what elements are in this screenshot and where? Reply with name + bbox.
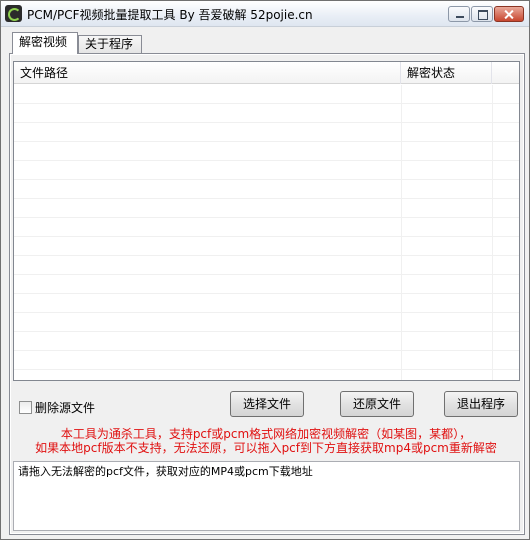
list-item	[14, 104, 519, 123]
list-rows	[14, 85, 519, 380]
app-window: PCM/PCF视频批量提取工具 By 吾爱破解 52pojie.cn 解密视频 …	[0, 0, 530, 540]
list-item	[14, 370, 519, 380]
list-item	[14, 218, 519, 237]
column-header-decrypt-status[interactable]: 解密状态	[401, 62, 492, 84]
list-item	[14, 332, 519, 351]
list-item	[14, 237, 519, 256]
restore-files-button[interactable]: 还原文件	[340, 391, 414, 417]
list-item	[14, 351, 519, 370]
maximize-button[interactable]	[471, 6, 493, 22]
column-header-file-path[interactable]: 文件路径	[14, 62, 401, 84]
pcf-drop-textarea[interactable]: 请拖入无法解密的pcf文件，获取对应的MP4或pcm下载地址	[13, 461, 520, 531]
close-button[interactable]	[494, 6, 524, 22]
notice-line-2: 如果本地pcf版本不支持，无法还原，可以拖入pcf到下方直接获取mp4或pcm重…	[35, 441, 497, 455]
minimize-button[interactable]	[448, 6, 470, 22]
column-header-blank[interactable]	[492, 62, 519, 84]
file-list-view[interactable]: 文件路径 解密状态	[13, 61, 520, 381]
delete-source-label[interactable]: 删除源文件	[35, 399, 95, 416]
list-item	[14, 256, 519, 275]
notice-text: 本工具为通杀工具，支持pcf或pcm格式网络加密视频解密（如某图，某都）， 如果…	[13, 427, 519, 455]
list-item	[14, 85, 519, 104]
app-logo-icon	[5, 5, 22, 22]
list-item	[14, 199, 519, 218]
column-divider	[492, 85, 493, 380]
column-divider	[401, 85, 402, 380]
tab-decrypt-video[interactable]: 解密视频	[12, 32, 78, 54]
title-bar[interactable]: PCM/PCF视频批量提取工具 By 吾爱破解 52pojie.cn	[1, 1, 529, 27]
list-item	[14, 294, 519, 313]
list-item	[14, 275, 519, 294]
window-title: PCM/PCF视频批量提取工具 By 吾爱破解 52pojie.cn	[27, 8, 313, 22]
list-item	[14, 161, 519, 180]
delete-source-option[interactable]: 删除源文件	[19, 399, 95, 416]
tab-about-program[interactable]: 关于程序	[78, 35, 142, 53]
list-header: 文件路径 解密状态	[14, 62, 519, 84]
list-item	[14, 142, 519, 161]
select-files-button[interactable]: 选择文件	[230, 391, 304, 417]
list-item	[14, 313, 519, 332]
list-item	[14, 123, 519, 142]
notice-line-1: 本工具为通杀工具，支持pcf或pcm格式网络加密视频解密（如某图，某都），	[60, 427, 472, 441]
delete-source-checkbox[interactable]	[19, 401, 32, 414]
list-item	[14, 180, 519, 199]
exit-program-button[interactable]: 退出程序	[444, 391, 518, 417]
